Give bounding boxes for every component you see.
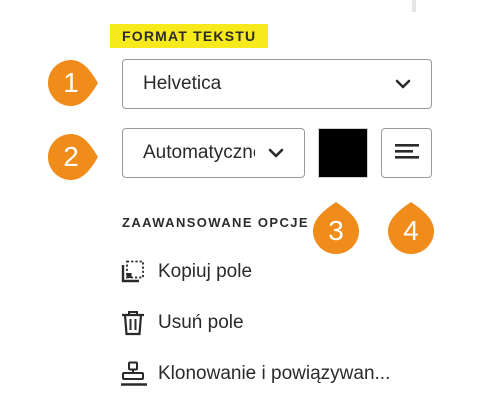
font-size-dropdown[interactable]: Automatyczne (122, 128, 305, 178)
section-title-format-tekstu: FORMAT TEKSTU (110, 24, 269, 48)
canvas: FORMAT TEKSTU Helvetica Automatyczne ZAA… (0, 0, 488, 401)
text-color-swatch[interactable] (318, 128, 368, 178)
callout-badge-3: 3 (306, 200, 366, 260)
callout-badge-2: 2 (40, 127, 100, 187)
trash-icon (120, 310, 148, 336)
advanced-options-title: ZAAWANSOWANE OPCJE (122, 215, 309, 230)
clone-and-link-label: Klonowanie i powiązywan... (158, 363, 391, 384)
stamp-icon (120, 361, 148, 387)
text-alignment-button[interactable] (381, 128, 432, 178)
copy-field-label: Kopiuj pole (158, 261, 253, 282)
callout-badge-4: 4 (381, 200, 441, 260)
copy-field-menu-item[interactable]: Kopiuj pole (120, 257, 252, 287)
scrollbar[interactable] (412, 0, 416, 12)
callout-number: 3 (328, 215, 344, 246)
delete-field-menu-item[interactable]: Usuń pole (120, 308, 244, 338)
clone-and-link-menu-item[interactable]: Klonowanie i powiązywan... (120, 359, 390, 389)
font-size-value: Automatyczne (143, 142, 255, 163)
font-family-value: Helvetica (143, 73, 222, 94)
delete-field-label: Usuń pole (158, 312, 244, 333)
copy-field-icon (120, 259, 148, 285)
chevron-down-icon (395, 79, 411, 89)
callout-number: 2 (63, 141, 79, 172)
callout-number: 4 (403, 215, 419, 246)
callout-number: 1 (63, 67, 79, 98)
align-left-icon (395, 144, 419, 163)
chevron-down-icon (268, 148, 284, 158)
callout-badge-1: 1 (40, 53, 100, 113)
font-family-dropdown[interactable]: Helvetica (122, 59, 432, 109)
